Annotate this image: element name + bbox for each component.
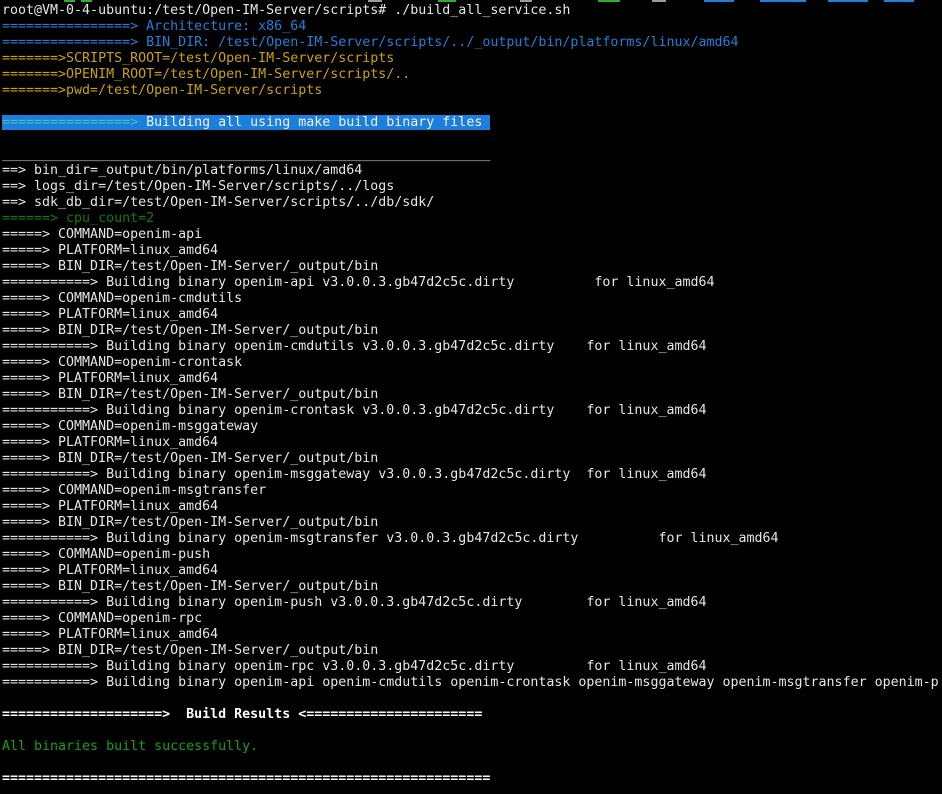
terminal-line: ====================> Build Results <===… [2,707,942,723]
terminal-text-segment: =====> PLATFORM=linux_amd64 [2,307,218,322]
terminal-text-segment: ====================> Build Results <===… [2,707,482,722]
terminal-line: ________________________________________… [2,147,942,163]
terminal-text-segment: ==> logs_dir=/test/Open-IM-Server/script… [2,179,394,194]
terminal-line: ================> Building all using mak… [2,115,942,131]
terminal-line: =====> BIN_DIR=/test/Open-IM-Server/_out… [2,259,942,275]
terminal-text-segment: =====> PLATFORM=linux_amd64 [2,563,218,578]
terminal-text-segment: root@VM-0-4-ubuntu:/test/Open-IM-Server/… [2,3,570,18]
terminal-line: ================> Architecture: x86_64 [2,19,942,35]
terminal-line [2,691,942,707]
terminal-line: =====> BIN_DIR=/test/Open-IM-Server/_out… [2,451,942,467]
terminal-text-segment: Building all using make build binary fil… [138,115,490,130]
terminal-text-segment: =======>OPENIM_ROOT=/test/Open-IM-Server… [2,67,410,82]
terminal-line: ===========> Building binary openim-msgt… [2,531,942,547]
terminal-text-segment: =====> BIN_DIR=/test/Open-IM-Server/_out… [2,643,378,658]
terminal-line: ===========> Building binary openim-api … [2,675,942,691]
terminal-text-segment: =====> BIN_DIR=/test/Open-IM-Server/_out… [2,323,378,338]
terminal-line: ===========> Building binary openim-cron… [2,403,942,419]
terminal-text-segment: =====> COMMAND=openim-push [2,547,210,562]
terminal-text-segment: ===========> Building binary openim-cmdu… [2,339,706,354]
terminal-line: ==> logs_dir=/test/Open-IM-Server/script… [2,179,942,195]
terminal-window[interactable]: root@VM-0-4-ubuntu:/test/Open-IM-Server/… [0,0,942,794]
terminal-text-segment: =======>pwd=/test/Open-IM-Server/scripts [2,83,322,98]
terminal-line: =======>SCRIPTS_ROOT=/test/Open-IM-Serve… [2,51,942,67]
terminal-text-segment: =====> COMMAND=openim-cmdutils [2,291,242,306]
terminal-text-segment: =====> COMMAND=openim-msggateway [2,419,258,434]
terminal-line: =====> PLATFORM=linux_amd64 [2,307,942,323]
terminal-line: ===========> Building binary openim-rpc … [2,659,942,675]
terminal-text-segment: =====> BIN_DIR=/test/Open-IM-Server/_out… [2,451,378,466]
terminal-line: ======> cpu_count=2 [2,211,942,227]
terminal-line: =====> BIN_DIR=/test/Open-IM-Server/_out… [2,579,942,595]
terminal-text-segment: ==> sdk_db_dir=/test/Open-IM-Server/scri… [2,195,434,210]
terminal-line: root@VM-0-4-ubuntu:/test/Open-IM-Server/… [2,3,942,19]
terminal-text-segment: =====> PLATFORM=linux_amd64 [2,499,218,514]
terminal-text-segment: =====> BIN_DIR=/test/Open-IM-Server/_out… [2,259,378,274]
terminal-line: =====> COMMAND=openim-msgtransfer [2,483,942,499]
terminal-line: =====> BIN_DIR=/test/Open-IM-Server/_out… [2,323,942,339]
terminal-text-segment: =====> COMMAND=openim-crontask [2,355,242,370]
terminal-text-segment: =====> PLATFORM=linux_amd64 [2,435,218,450]
terminal-line: =====> COMMAND=openim-cmdutils [2,291,942,307]
terminal-text-segment: =====> COMMAND=openim-api [2,227,202,242]
terminal-text-segment: ===========> Building binary openim-api … [2,675,939,690]
terminal-text-segment: ===========> Building binary openim-push… [2,595,706,610]
terminal-text-segment: ======> cpu_count=2 [2,211,154,226]
terminal-line: =====> PLATFORM=linux_amd64 [2,243,942,259]
terminal-line: =====> COMMAND=openim-msggateway [2,419,942,435]
terminal-line: ================> BIN_DIR: /test/Open-IM… [2,35,942,51]
terminal-line: ===========> Building binary openim-push… [2,595,942,611]
terminal-text-segment: ===========> Building binary openim-msgg… [2,467,706,482]
terminal-line: ===========> Building binary openim-msgg… [2,467,942,483]
terminal-line: =====> BIN_DIR=/test/Open-IM-Server/_out… [2,643,942,659]
terminal-line: =====> PLATFORM=linux_amd64 [2,371,942,387]
terminal-line: =====> BIN_DIR=/test/Open-IM-Server/_out… [2,387,942,403]
terminal-output: root@VM-0-4-ubuntu:/test/Open-IM-Server/… [2,3,942,787]
terminal-text-segment: ===========> Building binary openim-cron… [2,403,706,418]
terminal-text-segment: ================> Architecture: x86_64 [2,19,306,34]
terminal-line: ===========> Building binary openim-cmdu… [2,339,942,355]
terminal-line: =====> PLATFORM=linux_amd64 [2,435,942,451]
terminal-text-segment: =====> BIN_DIR=/test/Open-IM-Server/_out… [2,387,378,402]
terminal-text-segment: ================> [2,115,138,130]
terminal-text-segment: ===========> Building binary openim-rpc … [2,659,706,674]
terminal-line: ========================================… [2,771,942,787]
terminal-text-segment: ________________________________________… [2,147,490,162]
terminal-line [2,723,942,739]
terminal-text-segment: =====> BIN_DIR=/test/Open-IM-Server/_out… [2,515,378,530]
terminal-line [2,755,942,771]
terminal-line: =====> COMMAND=openim-api [2,227,942,243]
terminal-line: =====> PLATFORM=linux_amd64 [2,627,942,643]
terminal-line: =====> COMMAND=openim-rpc [2,611,942,627]
terminal-text-segment: =====> COMMAND=openim-rpc [2,611,202,626]
terminal-line [2,131,942,147]
terminal-line: =====> COMMAND=openim-push [2,547,942,563]
terminal-line: ===========> Building binary openim-api … [2,275,942,291]
terminal-line: =====> COMMAND=openim-crontask [2,355,942,371]
terminal-line: =====> PLATFORM=linux_amd64 [2,499,942,515]
terminal-line: =====> BIN_DIR=/test/Open-IM-Server/_out… [2,515,942,531]
terminal-text-segment: =====> PLATFORM=linux_amd64 [2,371,218,386]
terminal-text-segment: ===========> Building binary openim-api … [2,275,714,290]
terminal-text-segment: =====> BIN_DIR=/test/Open-IM-Server/_out… [2,579,378,594]
terminal-text-segment: =====> PLATFORM=linux_amd64 [2,243,218,258]
terminal-text-segment: =====> PLATFORM=linux_amd64 [2,627,218,642]
terminal-line: All binaries built successfully. [2,739,942,755]
terminal-text-segment: ========================================… [2,771,490,786]
terminal-line: =======>OPENIM_ROOT=/test/Open-IM-Server… [2,67,942,83]
terminal-text-segment: All binaries built successfully. [2,739,258,754]
terminal-text-segment: ================> BIN_DIR: /test/Open-IM… [2,35,739,50]
terminal-line: ==> bin_dir=_output/bin/platforms/linux/… [2,163,942,179]
terminal-line: =======>pwd=/test/Open-IM-Server/scripts [2,83,942,99]
terminal-line: ==> sdk_db_dir=/test/Open-IM-Server/scri… [2,195,942,211]
terminal-text-segment: ==> bin_dir=_output/bin/platforms/linux/… [2,163,362,178]
terminal-line: =====> PLATFORM=linux_amd64 [2,563,942,579]
terminal-text-segment: =======>SCRIPTS_ROOT=/test/Open-IM-Serve… [2,51,394,66]
terminal-text-segment: ===========> Building binary openim-msgt… [2,531,779,546]
terminal-text-segment: =====> COMMAND=openim-msgtransfer [2,483,266,498]
terminal-line [2,99,942,115]
